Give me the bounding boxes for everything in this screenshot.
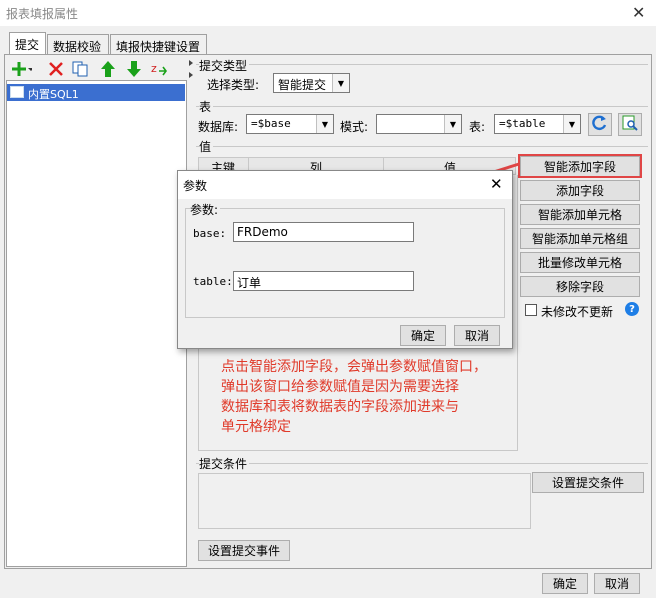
- table-select[interactable]: =$table ▼: [494, 114, 581, 134]
- param-name-table: table:: [193, 275, 233, 288]
- tab-submit[interactable]: 提交: [9, 32, 46, 55]
- mode-label: 模式:: [340, 120, 369, 134]
- window-close-button[interactable]: ✕: [632, 3, 645, 22]
- dialog-ok-button[interactable]: 确定: [400, 325, 446, 346]
- database-value: =$base: [251, 117, 291, 130]
- move-up-icon[interactable]: [98, 60, 118, 78]
- divider: [196, 106, 648, 107]
- add-field-button[interactable]: 添加字段: [520, 180, 640, 201]
- divider: [196, 146, 648, 147]
- mode-select[interactable]: ▼: [376, 114, 462, 134]
- table-value: =$table: [499, 117, 546, 130]
- refresh-icon: [592, 115, 608, 134]
- sort-icon[interactable]: z: [150, 60, 170, 78]
- values-group-label: 值: [199, 138, 214, 155]
- dialog-close-button[interactable]: ✕: [490, 175, 503, 193]
- annotation-line: 数据库和表将数据表的字段添加进来与: [221, 399, 459, 415]
- no-update-checkbox[interactable]: [525, 304, 537, 316]
- divider: [196, 463, 648, 464]
- dialog-cancel-button[interactable]: 取消: [454, 325, 500, 346]
- no-update-label: 未修改不更新: [541, 305, 614, 319]
- move-down-icon[interactable]: [124, 60, 144, 78]
- list-item-label: 内置SQL1: [28, 88, 79, 101]
- chevron-down-icon: ▼: [316, 115, 333, 133]
- chevron-down-icon: ▼: [563, 115, 580, 133]
- dialog-title-bar: [178, 171, 512, 199]
- remove-field-button[interactable]: 移除字段: [520, 276, 640, 297]
- submit-type-value: 智能提交: [278, 78, 327, 92]
- preview-table-button[interactable]: [618, 113, 642, 136]
- smart-add-cell-button[interactable]: 智能添加单元格: [520, 204, 640, 225]
- cancel-button[interactable]: 取消: [594, 573, 640, 594]
- svg-text:z: z: [151, 62, 157, 75]
- table-label: 表:: [469, 120, 486, 134]
- title-bar: [0, 0, 656, 26]
- window-title: 报表填报属性: [6, 7, 79, 21]
- submit-type-group-label: 提交类型: [199, 57, 250, 74]
- delete-icon[interactable]: [46, 60, 66, 78]
- param-base-input[interactable]: FRDemo: [233, 222, 414, 242]
- sql-item-icon: [10, 86, 24, 98]
- submit-condition-area[interactable]: [198, 473, 531, 529]
- highlight-frame: [518, 154, 642, 178]
- search-table-icon: [622, 115, 638, 134]
- annotation-text: 点击智能添加字段，会弹出参数赋值窗口， 弹出该窗口给参数赋值是因为需要选择 数据…: [221, 357, 487, 437]
- set-submit-event-button[interactable]: 设置提交事件: [198, 540, 290, 561]
- copy-icon[interactable]: [70, 60, 90, 78]
- help-icon[interactable]: ?: [625, 302, 639, 316]
- annotation-line: 点击智能添加字段，会弹出参数赋值窗口，: [221, 359, 487, 375]
- param-name-base: base:: [193, 227, 227, 240]
- sql-list[interactable]: [6, 80, 187, 567]
- database-label: 数据库:: [198, 120, 239, 134]
- batch-edit-cells-button[interactable]: 批量修改单元格: [520, 252, 640, 273]
- tab-shortcut-settings[interactable]: 填报快捷键设置: [110, 34, 207, 54]
- annotation-line: 单元格绑定: [221, 419, 291, 435]
- param-group-label: 参数:: [190, 201, 221, 218]
- table-group-label: 表: [199, 98, 214, 115]
- submit-condition-group-label: 提交条件: [199, 455, 250, 472]
- add-icon[interactable]: [12, 60, 32, 78]
- submit-type-label: 选择类型:: [207, 78, 260, 92]
- refresh-button[interactable]: [588, 113, 612, 136]
- ok-button[interactable]: 确定: [542, 573, 588, 594]
- submit-type-select[interactable]: 智能提交 ▼: [273, 73, 350, 93]
- param-table-input[interactable]: 订单: [233, 271, 414, 291]
- chevron-down-icon: ▼: [332, 74, 349, 92]
- smart-add-cell-group-button[interactable]: 智能添加单元格组: [520, 228, 640, 249]
- database-select[interactable]: =$base ▼: [246, 114, 334, 134]
- tab-data-validation[interactable]: 数据校验: [47, 34, 109, 54]
- set-submit-condition-button[interactable]: 设置提交条件: [532, 472, 644, 493]
- divider: [196, 64, 648, 65]
- chevron-down-icon: ▼: [444, 115, 461, 133]
- dialog-title: 参数: [183, 179, 208, 193]
- annotation-line: 弹出该窗口给参数赋值是因为需要选择: [221, 379, 459, 395]
